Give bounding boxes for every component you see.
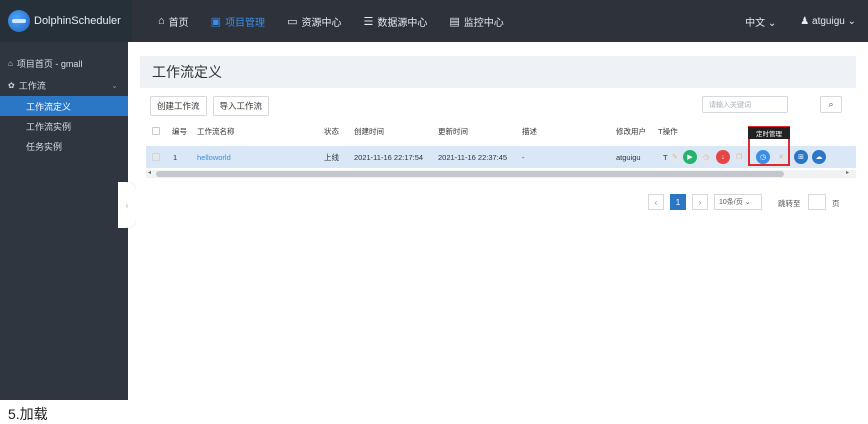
timing-faded-icon[interactable]: ◷ (700, 151, 712, 163)
folder-icon: ▭ (287, 15, 298, 28)
column-header-operation: T操作 (658, 126, 678, 137)
page-size-label: 10条/页 (719, 199, 743, 206)
column-header-no: 编号 (172, 126, 187, 136)
run-icon[interactable]: ▶ (683, 150, 697, 164)
nav-item-datasource-center[interactable]: ☰ 数据源中心 (363, 14, 427, 29)
header-right: 中文 ⌄ ♟ atguigu ⌄ (745, 14, 868, 29)
sidebar-item-task-instance[interactable]: 任务实例 (0, 136, 128, 156)
home-icon: ⌂ (8, 58, 13, 68)
page: DolphinScheduler ⌂ 首页 ▣ 项目管理 ▭ 资源中心 ☰ 数据… (0, 0, 868, 424)
sidebar-item-label: 工作流实例 (26, 121, 72, 132)
column-header-description: 描述 (522, 126, 537, 136)
scroll-left-icon[interactable]: ◂ (148, 169, 151, 176)
jump-page-input[interactable] (808, 194, 826, 210)
chevron-down-icon: ⌄ (767, 17, 777, 29)
nav-item-project-management[interactable]: ▣ 项目管理 (211, 14, 265, 29)
search-placeholder: 请输入关键词 (709, 101, 751, 109)
workflow-name-link[interactable]: helloworld (197, 153, 231, 162)
column-header-modify-user: 修改用户 (616, 126, 646, 136)
export-icon[interactable]: ☁ (812, 150, 826, 164)
cell-description: - (522, 152, 525, 162)
search-icon: ⌕ (828, 99, 834, 109)
nav-item-label: 数据源中心 (377, 17, 428, 29)
sidebar-collapse-toggle[interactable]: ‹ (118, 182, 136, 228)
language-label: 中文 (745, 17, 766, 29)
nav-item-label: 项目管理 (225, 17, 266, 29)
nav-item-label: 资源中心 (301, 17, 342, 29)
create-workflow-button[interactable]: 创建工作流 (150, 96, 207, 116)
next-page-button[interactable]: › (692, 194, 708, 210)
footer-caption: 5.加载 (8, 406, 48, 422)
cell-state: 上线 (324, 152, 339, 162)
dolphin-logo-icon (8, 10, 30, 32)
column-header-update-time: 更新时间 (438, 126, 468, 136)
horizontal-scrollbar[interactable]: ◂ ▸ (146, 170, 856, 178)
chevron-left-icon: ‹ (125, 200, 129, 210)
edit-icon[interactable]: ✎ (669, 151, 681, 163)
main-nav: ⌂ 首页 ▣ 项目管理 ▭ 资源中心 ☰ 数据源中心 ▤ 监控中心 (158, 14, 526, 29)
sidebar-item-label: 项目首页 - gmall (16, 58, 83, 69)
column-header-operation-label: 操作 (662, 126, 678, 136)
column-header-state: 状态 (324, 126, 339, 136)
home-icon: ⌂ (158, 15, 165, 27)
offline-icon[interactable]: ↓ (716, 150, 730, 164)
sidebar-group-label: 工作流 (18, 80, 46, 91)
monitor-icon: ▤ (449, 15, 460, 28)
cell-modify-user: atguigu (616, 152, 641, 162)
page-unit-label: 页 (832, 199, 840, 208)
row-checkbox[interactable] (152, 153, 160, 161)
nav-item-monitor-center[interactable]: ▤ 监控中心 (449, 14, 503, 29)
sidebar-group-workflow[interactable]: ✿ 工作流 ⌄ (0, 74, 128, 96)
database-icon: ☰ (363, 15, 374, 28)
nav-item-label: 监控中心 (463, 17, 504, 29)
select-all-checkbox[interactable] (152, 127, 160, 135)
page-title: 工作流定义 (140, 56, 856, 88)
chevron-down-icon: ⌄ (744, 199, 751, 206)
sidebar-item-workflow-instance[interactable]: 工作流实例 (0, 116, 128, 136)
chevron-left-icon: ‹ (654, 197, 658, 207)
chevron-down-icon: ⌄ (847, 15, 856, 27)
jump-label: 跳转至 (778, 199, 801, 208)
sidebar-item-workflow-definition[interactable]: 工作流定义 (0, 96, 128, 116)
cell-update-time: 2021-11-16 22:37:45 (438, 152, 508, 162)
copy-faded-icon[interactable]: ❐ (733, 151, 745, 163)
page-size-select[interactable]: 10条/页 ⌄ (714, 194, 762, 210)
sidebar-item-label: 工作流定义 (26, 101, 72, 112)
column-header-create-time: 创建时间 (354, 126, 384, 136)
timing-management-tooltip: 定时管理 (748, 127, 790, 139)
app-logo[interactable]: DolphinScheduler (0, 0, 132, 42)
column-header-name: 工作流名称 (197, 126, 235, 136)
nav-item-home[interactable]: ⌂ 首页 (158, 14, 189, 29)
import-workflow-button[interactable]: 导入工作流 (212, 96, 270, 116)
nav-item-resource-center[interactable]: ▭ 资源中心 (287, 14, 341, 29)
tree-view-icon[interactable]: ⊞ (794, 150, 808, 164)
project-icon: ▣ (210, 15, 222, 28)
scroll-right-icon[interactable]: ▸ (846, 169, 849, 176)
page-number-button[interactable]: 1 (670, 194, 686, 210)
main-content: 工作流定义 创建工作流 导入工作流 请输入关键词 ⌕ 编号 工作流名称 状态 创… (136, 42, 860, 400)
sidebar: ⌂ 项目首页 - gmall ✿ 工作流 ⌄ 工作流定义 工作流实例 任务实例 (0, 42, 128, 400)
user-menu[interactable]: ♟ atguigu ⌄ (800, 16, 856, 27)
chevron-down-icon: ⌄ (111, 80, 118, 90)
search-button[interactable]: ⌕ (820, 96, 842, 113)
chevron-right-icon: › (698, 197, 702, 207)
cell-create-time: 2021-11-16 22:17:54 (354, 152, 424, 162)
sidebar-item-label: 任务实例 (26, 141, 63, 152)
search-input[interactable]: 请输入关键词 (702, 96, 788, 113)
user-name: atguigu (812, 15, 845, 27)
nav-item-label: 首页 (168, 17, 189, 29)
prev-page-button[interactable]: ‹ (648, 194, 664, 210)
gear-icon: ✿ (8, 80, 15, 90)
scroll-thumb[interactable] (156, 171, 784, 177)
cell-no: 1 (173, 152, 178, 162)
cell-timing-short: T (663, 152, 668, 162)
sidebar-item-project-home[interactable]: ⌂ 项目首页 - gmall (0, 52, 128, 74)
language-select[interactable]: 中文 ⌄ (745, 14, 776, 29)
app-name: DolphinScheduler (34, 15, 121, 27)
top-nav-bar: DolphinScheduler ⌂ 首页 ▣ 项目管理 ▭ 资源中心 ☰ 数据… (0, 0, 868, 42)
toolbar: 创建工作流 导入工作流 (150, 96, 275, 116)
user-icon: ♟ (800, 15, 810, 27)
